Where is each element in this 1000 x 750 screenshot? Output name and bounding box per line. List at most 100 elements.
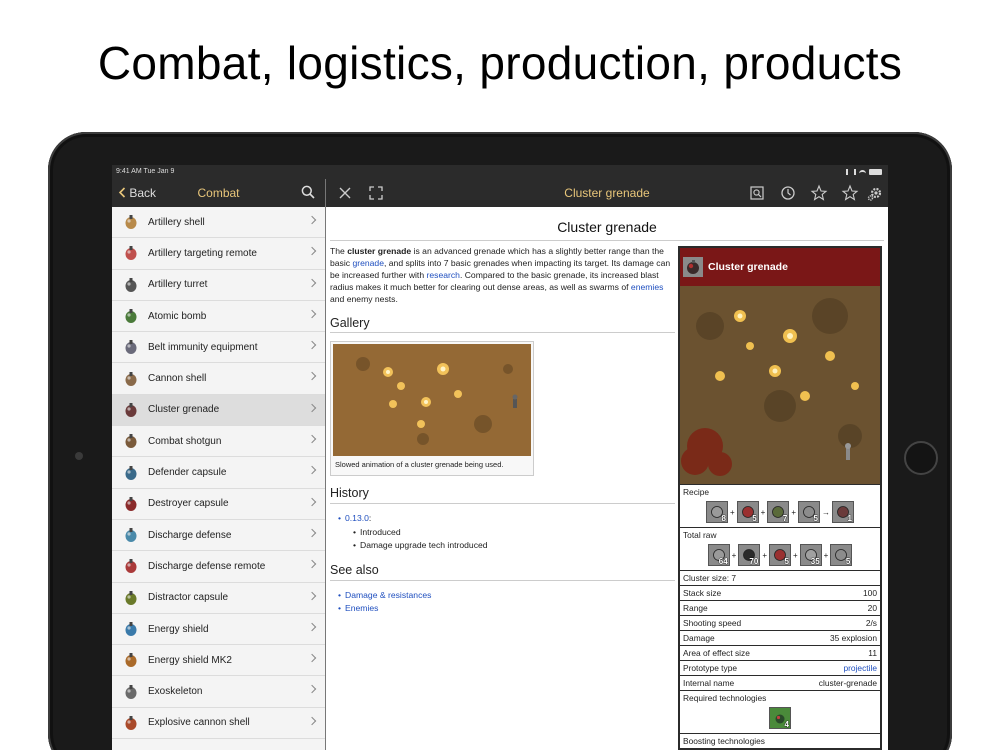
list-item[interactable]: Cluster grenade [112,394,325,427]
chevron-right-icon [307,278,317,287]
total-raw-block: Total raw 64 +70 +5 +35 +5 [680,528,880,570]
stat-value: 20 [867,603,877,613]
history-heading: History [330,487,675,505]
plus-icon: + [793,550,798,560]
chevron-right-icon [307,309,317,319]
list-item[interactable]: Energy shield [112,614,325,646]
required-tech-label: Required technologies [683,693,767,703]
stat-value: 2/s [865,618,877,628]
star-outline-icon[interactable] [810,184,828,202]
plus-icon: + [823,550,829,560]
find-in-page-icon[interactable] [748,184,766,202]
list-item[interactable]: Discharge defense remote [112,551,325,583]
cluster-size-label: Cluster size: 7 [683,573,737,583]
chevron-right-icon [307,497,317,506]
app-screen: 9:41 AM Tue Jan 9 Back Combat Artillery … [112,165,888,750]
item-count: 70 [749,557,759,566]
time-icon[interactable]: 64 [707,544,730,566]
chevron-right-icon [307,528,317,538]
list-item-label: Distractor capsule [148,592,229,604]
back-button[interactable]: Back [118,186,156,200]
damage-resistances-link[interactable]: Damage & resistances [345,590,431,600]
article-content: Cluster grenade The cluster grenade is a… [326,207,888,750]
item-count: 1 [847,514,852,523]
close-icon[interactable] [336,184,354,202]
right-nav-title: Cluster grenade [564,186,650,200]
list-item[interactable]: Atomic bomb [112,301,325,333]
stat-row: Area of effect size 11 [680,646,880,660]
gallery-image[interactable] [333,344,531,457]
steel-plate-icon[interactable]: 5 [830,544,853,566]
enemies-see-also-link[interactable]: Enemies [345,603,378,613]
search-icon[interactable] [301,185,315,199]
gallery-item[interactable]: Slowed animation of a cluster grenade be… [330,341,534,477]
list-item[interactable]: Destroyer capsule [112,489,325,520]
military-tech-icon[interactable]: 4 [769,707,791,729]
explosive-cannon-shell-icon [121,713,141,733]
belt-immunity-icon [121,337,141,357]
grenade-icon[interactable]: 7 [767,501,790,523]
list-item-label: Energy shield [148,623,209,635]
coal-icon[interactable]: 70 [738,544,761,566]
research-link[interactable]: research [427,270,460,280]
list-item-label: Destroyer capsule [148,498,229,510]
chevron-left-icon [118,187,126,198]
history-icon[interactable] [779,184,797,202]
required-tech-block: Required technologies 4 [680,691,880,733]
article-body: The cluster grenade is an advanced grena… [330,246,675,616]
explosives-icon[interactable]: 5 [769,544,791,566]
total-raw-label: Total raw [683,530,717,540]
cluster-grenade-icon[interactable]: 1 [832,501,854,523]
settings-gear-icon[interactable] [866,184,884,202]
list-item[interactable]: Exoskeleton [112,676,325,708]
list-item-label: Atomic bomb [148,310,207,322]
home-button[interactable] [904,441,938,475]
history-colon: : [368,513,372,524]
list-item[interactable]: Artillery targeting remote [112,238,325,270]
defender-capsule-icon [121,463,141,483]
see-also-list: Damage & resistances Enemies [338,589,675,616]
history-version-item: 0.13.0: Introduced Damage upgrade tech i… [338,512,675,553]
boosting-tech-label: Boosting technologies [683,736,765,746]
see-also-heading: See also [330,564,675,581]
list-item-label: Cluster grenade [148,404,220,416]
status-time: 9:41 AM Tue Jan 9 [116,168,175,175]
chevron-right-icon [307,622,317,632]
item-count: 5 [813,514,818,523]
right-nav-bar: Cluster grenade [326,179,888,207]
list-item[interactable]: Energy shield MK2 [112,645,325,677]
list-item[interactable]: Combat shotgun [112,426,325,458]
list-item[interactable]: Artillery shell [112,207,325,239]
intro-text: The [330,246,348,256]
plus-icon: + [762,550,767,560]
plus-icon: + [729,507,735,517]
enemies-link[interactable]: enemies [631,282,663,292]
chevron-right-icon [307,653,317,663]
version-link[interactable]: 0.13.0 [345,513,369,523]
list-item[interactable]: Explosive cannon shell [112,708,325,740]
list-item[interactable]: Discharge defense [112,520,325,552]
cluster-grenade-icon [121,400,141,420]
list-item[interactable]: Defender capsule [112,457,325,489]
prototype-type-link[interactable]: projectile [843,661,877,675]
time-icon[interactable]: 8 [705,501,728,523]
cluster-size-row: Cluster size: 7 [680,571,880,585]
iron-plate-icon[interactable]: 35 [799,544,822,566]
headline: Combat, logistics, production, products [97,37,903,89]
favorites-star-icon[interactable] [841,184,859,202]
explosives-icon[interactable]: 5 [736,501,759,523]
chevron-right-icon [307,560,317,569]
list-item[interactable]: Distractor capsule [112,583,325,614]
fullscreen-icon[interactable] [367,184,385,202]
steel-plate-icon[interactable]: 5 [798,501,820,523]
stat-row: Prototype type projectile [680,661,880,675]
stat-value: 35 explosion [829,633,877,643]
grenade-link[interactable]: grenade [352,258,384,268]
battery-icon [869,169,882,175]
list-item[interactable]: Cannon shell [112,363,325,395]
item-count: 7 [782,514,788,523]
list-item[interactable]: Belt immunity equipment [112,332,325,364]
infobox-screenshot[interactable] [680,286,880,484]
list-item[interactable]: Artillery turret [112,270,325,301]
stat-row: Shooting speed 2/s [680,616,880,630]
